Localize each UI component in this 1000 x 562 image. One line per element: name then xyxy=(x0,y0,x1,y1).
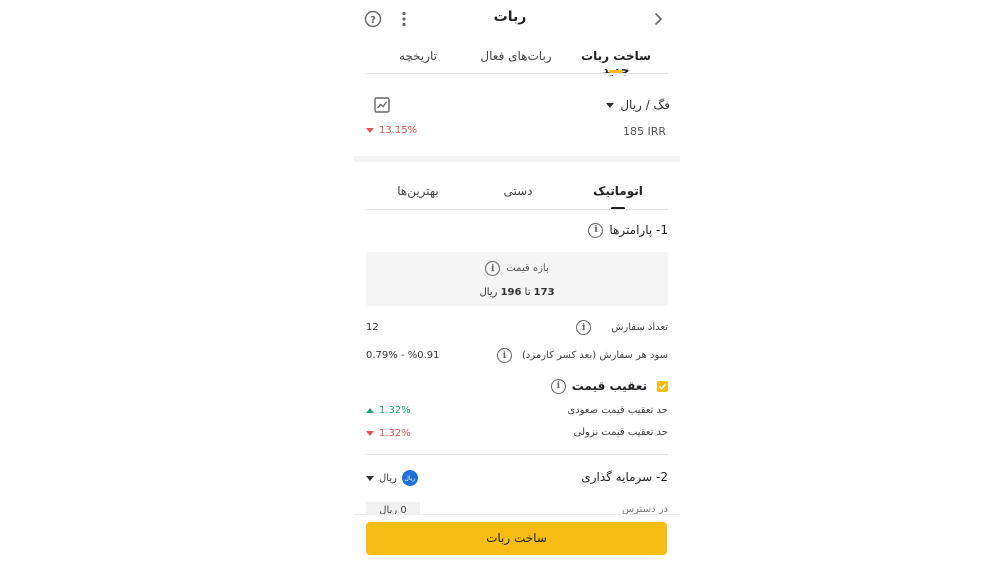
page-title: ربات xyxy=(493,9,527,25)
mode-tabs-divider xyxy=(366,209,668,210)
price-range-label: بازه قیمت xyxy=(506,263,549,274)
down-arrow-icon xyxy=(366,128,374,133)
caret-down-icon xyxy=(606,102,615,108)
chart-button[interactable] xyxy=(374,97,390,113)
params-header: i 1- پارامترها xyxy=(560,221,668,239)
help-button[interactable]: ? xyxy=(364,10,382,28)
more-button[interactable] xyxy=(397,10,411,28)
info-icon[interactable]: i xyxy=(485,261,501,276)
params-divider xyxy=(366,454,668,455)
profit-label-row: i سود هر سفارش (بعد کسر کارمزد) xyxy=(440,348,668,363)
rial-badge-text: ریال xyxy=(404,474,416,482)
currency-label: ریال xyxy=(379,472,397,484)
up-arrow-icon xyxy=(366,408,374,413)
check-icon xyxy=(658,383,667,390)
info-icon[interactable]: i xyxy=(550,378,566,394)
trailing-up-value: 1.32% xyxy=(379,405,411,416)
available-label: در دسترس xyxy=(621,504,668,514)
rial-badge-icon: ریال xyxy=(401,470,418,486)
caret-down-icon xyxy=(366,475,374,481)
more-vertical-icon xyxy=(402,11,406,27)
order-count-label-row: i تعداد سفارش xyxy=(540,320,668,335)
order-count-label: تعداد سفارش xyxy=(611,322,668,333)
trailing-up: 1.32% xyxy=(366,405,411,416)
order-count-value: 12 xyxy=(366,322,379,333)
available-value: 0 ریال xyxy=(366,502,420,514)
chart-icon xyxy=(374,97,390,113)
tab-automatic[interactable]: اتوماتیک xyxy=(588,184,648,198)
tab-best[interactable]: بهترین‌ها xyxy=(386,184,450,198)
price-range-from: 173 xyxy=(533,287,555,298)
pair-selector[interactable]: فگ / ریال xyxy=(590,96,670,114)
pair-change-value: 13.15% xyxy=(379,125,418,136)
tab-manual[interactable]: دستی xyxy=(496,184,540,198)
info-icon[interactable]: i xyxy=(496,348,512,363)
question-circle-icon: ? xyxy=(364,10,382,28)
price-range-to: 196 xyxy=(500,287,522,298)
price-range-sep: تا xyxy=(524,287,531,298)
available-row: در دسترس 0 ریال xyxy=(366,502,668,514)
section-separator xyxy=(354,156,680,162)
info-icon[interactable]: i xyxy=(588,222,604,238)
pair-price: 185 IRR xyxy=(622,125,666,138)
trailing-down-value: 1.32% xyxy=(379,428,411,439)
tab-active-bots[interactable]: ربات‌های فعال xyxy=(478,49,554,63)
profit-value: 0.79% - %0.91 xyxy=(366,350,440,361)
info-icon[interactable]: i xyxy=(576,320,592,335)
currency-selector[interactable]: ریال ریال xyxy=(366,469,418,487)
trailing-up-label: حد تعقیب قیمت صعودی xyxy=(567,405,668,416)
trailing-label: تعقیب قیمت xyxy=(571,379,647,393)
params-title: 1- پارامترها xyxy=(609,223,668,237)
back-button[interactable] xyxy=(652,10,666,28)
trailing-down-label: حد تعقیب قیمت نزولی xyxy=(573,427,668,438)
profit-label: سود هر سفارش (بعد کسر کارمزد) xyxy=(521,350,668,361)
investment-title: 2- سرمایه گذاری xyxy=(581,470,668,484)
trailing-row[interactable]: i تعقیب قیمت xyxy=(540,377,668,395)
price-range-panel: i بازه قیمت 173 تا 196 ریال xyxy=(366,252,668,306)
price-range-values: 173 تا 196 ریال xyxy=(366,287,668,298)
down-arrow-icon xyxy=(366,431,374,436)
top-tabs-divider xyxy=(366,73,668,74)
trailing-down: 1.32% xyxy=(366,428,411,439)
price-range-label-row: i بازه قیمت xyxy=(366,261,668,276)
pair-label: فگ / ریال xyxy=(620,98,670,112)
price-range-unit: ریال xyxy=(479,287,498,298)
trailing-checkbox[interactable] xyxy=(657,380,668,392)
pair-change: 13.15% xyxy=(366,125,417,136)
svg-text:?: ? xyxy=(370,15,376,26)
tab-history[interactable]: تاریخچه xyxy=(388,49,448,63)
create-bot-button[interactable]: ساخت ربات xyxy=(366,522,667,555)
chevron-right-icon xyxy=(655,13,662,25)
